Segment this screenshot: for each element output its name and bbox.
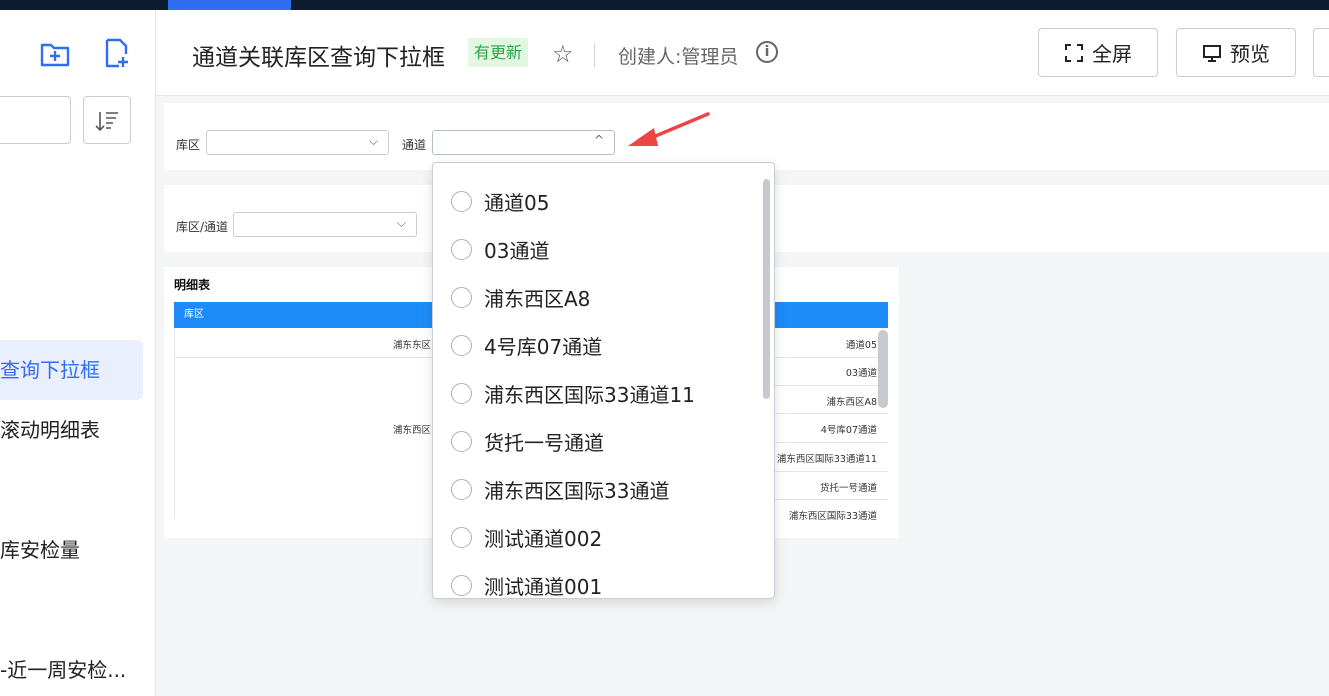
table-cell-channel: 03通道 (845, 368, 877, 379)
radio-button[interactable] (451, 238, 472, 260)
filter-panel: 库区 ⌵ 通道 ^ (164, 103, 1329, 170)
option-label: 浦东西区国际33通道 (484, 478, 670, 503)
sidebar-search-input[interactable] (0, 96, 71, 144)
dropdown-option[interactable]: 测试通道001 (433, 561, 763, 599)
sidebar-item-security-check[interactable]: 库安检量 (0, 520, 143, 580)
page-title: 通道关联库区查询下拉框 (192, 45, 445, 71)
table-cell-channel: 通道05 (845, 340, 877, 351)
table-cell-area: 浦东东区 (393, 340, 432, 351)
sidebar-item-dropdown-query[interactable]: 查询下拉框 (0, 340, 143, 400)
option-label: 通道05 (484, 190, 550, 215)
radio-button[interactable] (451, 526, 472, 548)
sort-icon (95, 112, 118, 132)
channel-select[interactable]: ^ (432, 130, 615, 155)
creator-label: 创建人:管理员 (618, 46, 739, 68)
chevron-down-icon: ⌵ (368, 134, 378, 148)
row-divider (775, 385, 888, 386)
table-cell-channel: 浦东西区A8 (826, 397, 877, 408)
sidebar-item-scroll-table[interactable]: 滚动明细表 (0, 400, 143, 460)
area-select[interactable]: ⌵ (206, 130, 389, 155)
new-folder-icon[interactable] (40, 39, 70, 69)
table-cell-area: 浦东西区 (393, 425, 432, 436)
dropdown-option[interactable]: 测试通道002 (433, 513, 763, 561)
dropdown-option[interactable]: 通道05 (433, 177, 763, 225)
new-file-icon[interactable] (102, 38, 132, 68)
preview-button[interactable]: 预览 (1176, 28, 1296, 77)
channel-dropdown-menu: 通道05 03通道 浦东西区A8 4号库07通道 浦东西区国际33通道11 货托… (432, 162, 775, 599)
sort-button[interactable] (83, 96, 131, 144)
area-filter-label: 库区 (176, 138, 201, 152)
option-label: 4号库07通道 (484, 334, 603, 359)
option-label: 测试通道002 (484, 526, 603, 551)
dropdown-option[interactable]: 浦东西区国际33通道11 (433, 369, 763, 417)
table-cell-channel: 4号库07通道 (820, 425, 877, 436)
area-channel-select[interactable]: ⌵ (233, 212, 417, 237)
radio-button[interactable] (451, 334, 472, 356)
annotation-arrow-icon (628, 112, 710, 146)
top-nav-bar (0, 0, 1329, 10)
fullscreen-icon (1065, 43, 1083, 62)
row-divider (775, 357, 888, 358)
chevron-down-icon: ⌵ (396, 216, 406, 230)
status-badge: 有更新 (468, 38, 529, 67)
row-divider (775, 413, 888, 414)
option-label: 测试通道001 (484, 574, 603, 599)
info-icon[interactable]: i (756, 41, 778, 63)
row-divider (775, 442, 888, 443)
radio-button[interactable] (451, 382, 472, 404)
row-divider (174, 357, 434, 358)
option-label: 浦东西区A8 (484, 286, 591, 311)
dropdown-option[interactable]: 货托一号通道 (433, 417, 763, 465)
radio-button[interactable] (451, 478, 472, 500)
channel-filter-label: 通道 (402, 138, 427, 152)
row-divider (775, 499, 888, 500)
radio-button[interactable] (451, 430, 472, 452)
area-channel-filter-label: 库区/通道 (176, 220, 229, 234)
table-title: 明细表 (174, 278, 211, 292)
table-cell-channel: 货托一号通道 (819, 483, 877, 494)
row-divider (775, 471, 888, 472)
table-cell-channel: 浦东西区国际33通道 (788, 511, 877, 522)
radio-button[interactable] (451, 286, 472, 308)
star-icon[interactable]: ☆ (552, 40, 574, 68)
preview-label: 预览 (1230, 42, 1270, 66)
option-label: 03通道 (484, 238, 550, 263)
radio-button[interactable] (451, 574, 472, 596)
divider (594, 43, 595, 67)
table-cell-channel: 浦东西区国际33通道11 (776, 454, 877, 465)
sidebar-item-weekly-check[interactable]: -近一周安检... (0, 640, 143, 696)
monitor-icon (1203, 44, 1221, 62)
dropdown-option[interactable]: 4号库07通道 (433, 321, 763, 369)
dropdown-scrollbar[interactable] (763, 179, 770, 399)
more-button[interactable] (1313, 28, 1329, 77)
option-label: 浦东西区国际33通道11 (484, 382, 695, 407)
dropdown-option[interactable]: 浦东西区国际33通道 (433, 465, 763, 513)
dropdown-option[interactable]: 03通道 (433, 225, 763, 273)
sidebar: 查询下拉框 滚动明细表 库安检量 -近一周安检... (0, 10, 156, 696)
active-top-tab[interactable] (168, 0, 291, 10)
option-label: 货托一号通道 (484, 430, 604, 455)
radio-button[interactable] (451, 190, 472, 212)
fullscreen-button[interactable]: 全屏 (1038, 28, 1158, 77)
dropdown-option[interactable]: 浦东西区A8 (433, 273, 763, 321)
fullscreen-label: 全屏 (1092, 42, 1132, 66)
page-header: 通道关联库区查询下拉框 有更新 ☆ 创建人:管理员 i 全屏 预览 (156, 10, 1329, 96)
table-scrollbar[interactable] (878, 330, 888, 408)
chevron-up-icon: ^ (593, 133, 604, 147)
